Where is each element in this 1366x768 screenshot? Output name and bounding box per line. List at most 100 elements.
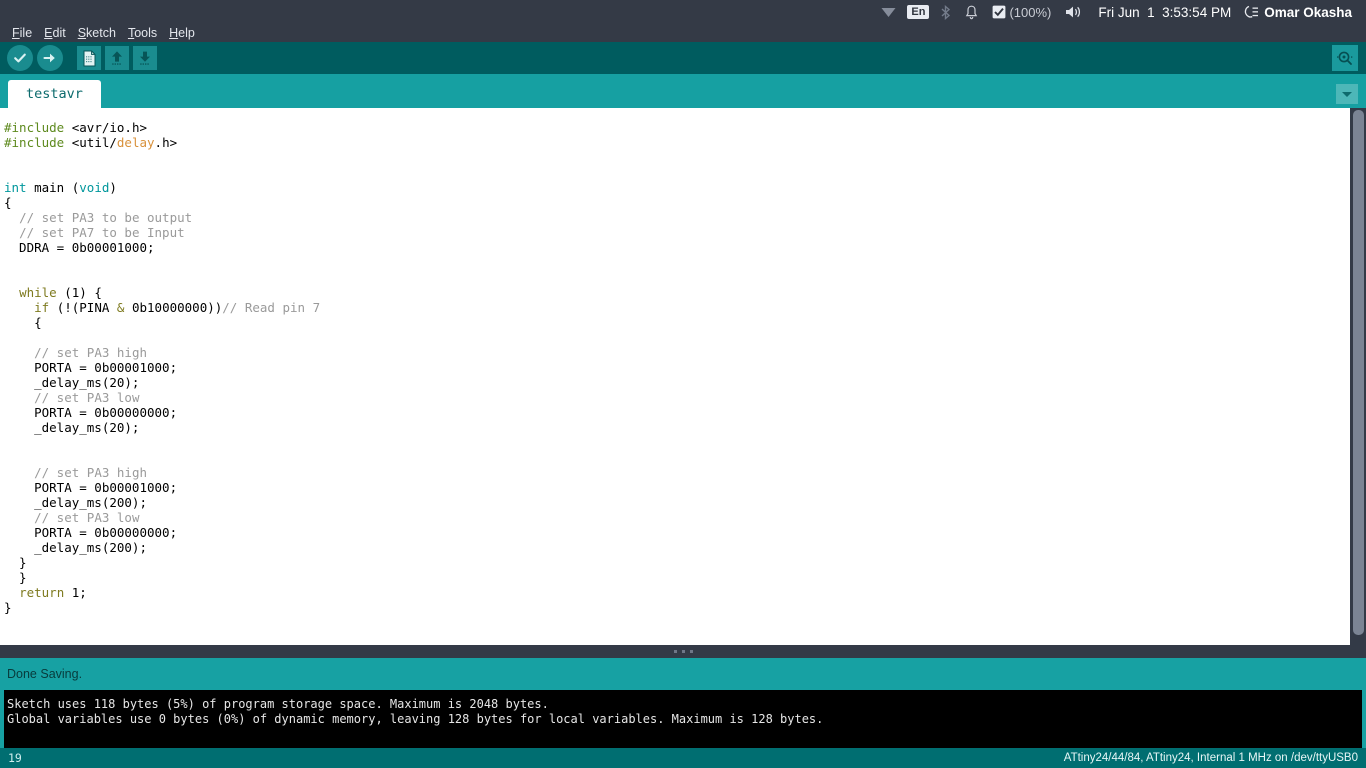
code-token: return: [19, 585, 65, 600]
code-line: }: [4, 600, 320, 615]
new-sketch-button[interactable]: [77, 46, 101, 70]
code-line: PORTA = 0b00001000;: [4, 480, 320, 495]
code-line: _delay_ms(20);: [4, 420, 320, 435]
code-line: #include <avr/io.h>: [4, 120, 320, 135]
code-line: // set PA3 low: [4, 510, 320, 525]
code-token: #include: [4, 120, 65, 135]
tab-menu-button[interactable]: [1336, 84, 1358, 104]
notifications-bell-icon[interactable]: [958, 0, 985, 24]
tab-testavr[interactable]: testavr: [8, 80, 101, 108]
status-message: Done Saving.: [7, 667, 83, 681]
code-token: 1;: [64, 585, 87, 600]
system-clock[interactable]: Fri Jun 1 3:53:54 PM: [1090, 5, 1239, 20]
code-token: 0b10000000)): [124, 300, 223, 315]
code-line: return 1;: [4, 585, 320, 600]
user-name-label: Omar Okasha: [1264, 4, 1352, 20]
code-token: PORTA = 0b00000000;: [4, 405, 178, 420]
menu-tools[interactable]: Tools: [122, 24, 163, 42]
user-session-menu[interactable]: Omar Okasha: [1239, 5, 1360, 20]
code-token: }: [4, 600, 12, 615]
open-sketch-button[interactable]: [105, 46, 129, 70]
serial-monitor-button[interactable]: [1332, 45, 1358, 71]
menu-sketch[interactable]: Sketch: [72, 24, 122, 42]
keyboard-layout-label: En: [907, 5, 930, 19]
code-line: // set PA3 high: [4, 465, 320, 480]
save-sketch-button[interactable]: [133, 46, 157, 70]
code-line: {: [4, 315, 320, 330]
editor-vertical-scrollbar[interactable]: [1350, 108, 1366, 645]
application-menu-bar: File Edit Sketch Tools Help: [0, 24, 1366, 42]
code-token: }: [4, 570, 27, 585]
chevron-down-icon: [1341, 90, 1353, 98]
code-token: _delay_ms(200);: [4, 540, 147, 555]
code-line: // set PA7 to be Input: [4, 225, 320, 240]
code-token: delay: [116, 135, 155, 150]
status-bar-footer: 19 ATtiny24/44/84, ATtiny24, Internal 1 …: [0, 748, 1366, 768]
code-token: _delay_ms(20);: [4, 420, 140, 435]
code-token: {: [4, 315, 42, 330]
upload-button[interactable]: [37, 45, 63, 71]
tab-testavr-label: testavr: [26, 86, 83, 102]
console-line: Global variables use 0 bytes (0%) of dyn…: [7, 712, 824, 726]
verify-button[interactable]: [7, 45, 33, 71]
editor-console-divider[interactable]: [0, 645, 1366, 658]
divider-grip-handle[interactable]: [673, 650, 693, 653]
menu-tools-rest: ools: [134, 26, 158, 40]
arrow-up-icon: [109, 50, 125, 67]
volume-icon[interactable]: [1058, 0, 1090, 24]
code-line: }: [4, 555, 320, 570]
code-token: <avr/io.h>: [64, 120, 148, 135]
code-token: {: [4, 195, 12, 210]
code-line: if (!(PINA & 0b10000000))// Read pin 7: [4, 300, 320, 315]
code-line: #include <util/delay.h>: [4, 135, 320, 150]
code-token: PORTA = 0b00000000;: [4, 525, 178, 540]
keyboard-layout-icon[interactable]: En: [903, 0, 933, 24]
menu-file[interactable]: File: [6, 24, 38, 42]
code-token: // set PA3 low: [34, 510, 140, 525]
menu-edit[interactable]: Edit: [38, 24, 72, 42]
menu-file-mnemonic: F: [12, 26, 20, 40]
code-token: // set PA3 high: [34, 345, 147, 360]
editor-scrollbar-thumb[interactable]: [1353, 110, 1364, 635]
menu-edit-rest: dit: [52, 26, 66, 40]
code-token: // set PA3 low: [34, 390, 140, 405]
bluetooth-icon[interactable]: [933, 0, 958, 24]
code-token: if: [34, 300, 50, 315]
code-line: // set PA3 to be output: [4, 210, 320, 225]
menu-help-rest: elp: [178, 26, 195, 40]
wifi-icon[interactable]: [874, 0, 903, 24]
code-token: .h>: [154, 135, 178, 150]
code-line: }: [4, 570, 320, 585]
status-strip: Done Saving.: [0, 658, 1366, 690]
grip-dot: [689, 650, 693, 653]
code-token: main (: [26, 180, 80, 195]
code-token: // set PA3 high: [34, 465, 147, 480]
board-and-port-info: ATtiny24/44/84, ATtiny24, Internal 1 MHz…: [1063, 752, 1358, 764]
battery-icon[interactable]: (100%): [985, 0, 1058, 24]
code-token: _delay_ms(20);: [4, 375, 140, 390]
code-line: _delay_ms(200);: [4, 540, 320, 555]
code-token: // Read pin 7: [222, 300, 321, 315]
menu-sketch-mnemonic: S: [77, 26, 87, 40]
grip-dot: [681, 650, 685, 653]
magnifier-icon: [1336, 49, 1354, 67]
code-token: ): [109, 180, 117, 195]
code-token: PORTA = 0b00001000;: [4, 360, 178, 375]
menu-help-mnemonic: H: [169, 26, 179, 40]
source-code-text[interactable]: #include <avr/io.h> #include <util/delay.…: [0, 108, 320, 615]
console-output[interactable]: Sketch uses 118 bytes (5%) of program st…: [0, 690, 1366, 748]
menu-help[interactable]: Help: [163, 24, 201, 42]
code-editor-area[interactable]: #include <avr/io.h> #include <util/delay.…: [0, 108, 1366, 645]
